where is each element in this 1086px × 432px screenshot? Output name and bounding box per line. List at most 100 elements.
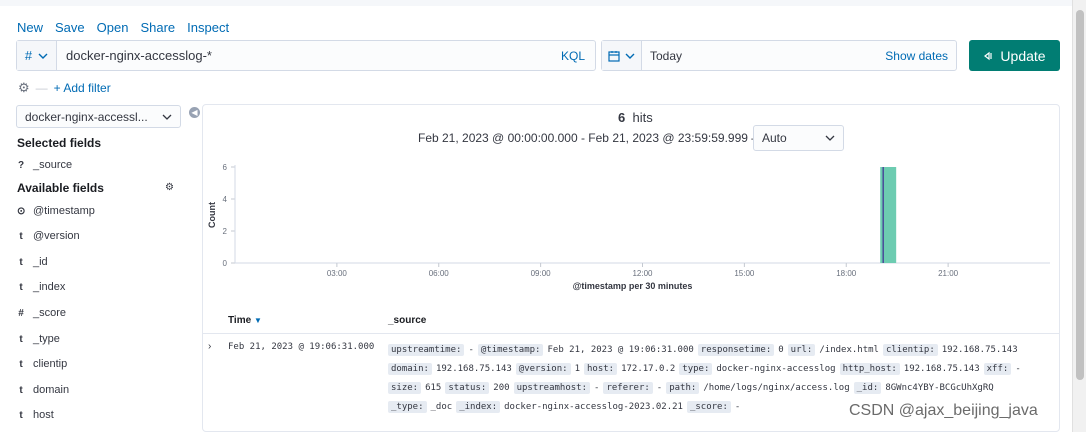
field-name: _type [33,333,60,345]
chevron-down-icon [825,135,835,141]
field-item-domain[interactable]: t domain [17,384,69,396]
top-strip [0,0,1086,6]
expand-row-icon[interactable]: › [208,341,211,352]
filter-settings-icon[interactable]: ⚙ [18,80,30,96]
source-value: - [468,345,474,355]
source-value: 172.17.0.2 [621,364,676,374]
y-tick-label: 2 [223,227,228,236]
query-type-toggle[interactable]: # [17,41,57,70]
y-tick-label: 0 [223,259,228,268]
x-tick-label: 06:00 [429,269,450,278]
source-line: size: 615 status: 200 upstreamhost: - referer:… [388,379,1053,398]
source-value: 8GWnc4YBY-BCGcUhXgRQ [885,383,994,393]
calendar-icon [608,50,620,62]
source-key: http_host: [839,363,900,375]
field-type-icon: # [18,307,24,319]
source-value: docker-nginx-accesslog [716,364,836,374]
source-value: 615 [425,383,442,393]
source-key: _index: [456,401,501,413]
show-dates-link[interactable]: Show dates [885,49,956,63]
scrollbar-thumb[interactable] [1076,10,1084,380]
field-type-icon: t [19,384,23,396]
source-key: status: [445,382,490,394]
field-item-host[interactable]: t host [17,409,54,421]
index-pattern-select[interactable]: docker-nginx-accessl... [16,105,181,128]
source-key: path: [666,382,700,394]
field-item-index[interactable]: t _index [17,281,65,293]
menu-new[interactable]: New [17,20,43,35]
chevron-down-icon [162,114,172,120]
menu-inspect[interactable]: Inspect [187,20,229,35]
source-line: upstreamtime: - @timestamp: Feb 21, 2023 @ … [388,341,1053,360]
source-value: 192.168.75.143 [435,364,512,374]
menu-open[interactable]: Open [97,20,129,35]
available-fields-title: Available fields [17,181,104,195]
source-value: - [594,383,600,393]
menu-share[interactable]: Share [140,20,175,35]
chevron-down-icon [625,53,635,59]
y-tick-label: 4 [223,195,228,204]
source-key: _type: [388,401,427,413]
field-type-icon: ? [17,159,25,171]
field-item-type[interactable]: t _type [17,333,60,345]
field-item-score[interactable]: # _score [17,307,66,319]
source-key: url: [787,344,816,356]
x-tick-label: 09:00 [531,269,552,278]
source-value: - [656,383,663,393]
column-header-time[interactable]: Time ▼ [228,315,262,326]
watermark: CSDN @ajax_beijing_java [849,402,1038,419]
source-value: 200 [493,383,510,393]
add-filter-link[interactable]: + Add filter [54,81,111,95]
query-bar: # docker-nginx-accesslog-* KQL [16,40,596,71]
column-header-source: _source [388,315,427,326]
field-item-version[interactable]: t @version [17,230,79,242]
source-key: upstreamhost: [513,382,591,394]
source-key: referer: [603,382,653,394]
update-label: Update [1000,47,1046,64]
interval-select[interactable]: Auto [753,125,844,151]
quick-date-menu[interactable] [602,41,642,70]
hits-number: 6 [618,110,626,125]
source-key: _score: [686,401,731,413]
field-type-icon: t [19,281,23,293]
source-key: domain: [388,363,432,375]
source-key: upstreamtime: [388,344,465,356]
field-name: _id [33,256,48,268]
field-name: @timestamp [33,205,95,217]
field-type-icon: t [19,256,23,268]
field-name: host [33,409,54,421]
kql-toggle[interactable]: KQL [551,49,595,63]
hits-label: hits [632,110,653,125]
field-item-id[interactable]: t _id [17,256,48,268]
field-name: clientip [33,358,68,370]
collapse-sidebar-icon[interactable]: ◀ [189,107,200,118]
source-value: 1 [574,364,580,374]
page-scrollbar[interactable] [1072,0,1086,432]
source-key: host: [584,363,618,375]
x-axis-label: @timestamp per 30 minutes [573,281,693,291]
date-range-value[interactable]: Today [642,49,885,63]
source-value: - [1015,364,1021,374]
field-item-source[interactable]: ? _source [17,159,72,171]
query-input[interactable]: docker-nginx-accesslog-* [57,48,551,63]
source-value: docker-nginx-accesslog-2023.02.21 [504,402,683,412]
source-key: xff: [983,363,1012,375]
field-type-icon: t [19,333,23,345]
field-item-clientip[interactable]: t clientip [17,358,67,370]
update-button[interactable]: Update [969,40,1060,71]
y-tick-label: 6 [223,163,228,172]
field-type-icon: t [19,230,23,242]
field-name: domain [33,384,70,396]
source-key: _id: [853,382,882,394]
source-value: 192.168.75.143 [941,345,1018,355]
hits-count: 6 hits [618,110,653,125]
source-key: clientip: [882,344,938,356]
field-item-timestamp[interactable]: ⊙ @timestamp [17,205,95,217]
gear-icon[interactable]: ⚙ [165,182,174,193]
histogram-chart[interactable]: 0 2 4 6 Count 03:00 06:00 09:00 12:00 15:00 18:00 2… [205,155,1055,295]
menu-save[interactable]: Save [55,20,85,35]
x-tick-label: 15:00 [734,269,755,278]
refresh-icon [984,51,993,60]
sort-down-icon[interactable]: ▼ [254,316,262,325]
source-key: size: [388,382,422,394]
